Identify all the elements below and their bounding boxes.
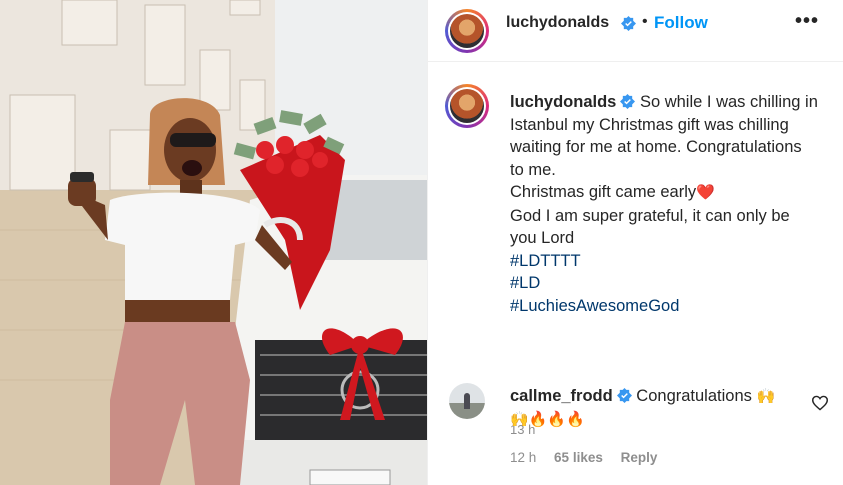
caption-text: luchydonalds So while I was chilling in … bbox=[510, 91, 830, 317]
comment-emojis: 🙌🔥🔥🔥 bbox=[510, 411, 585, 428]
commenter-username[interactable]: callme_frodd bbox=[510, 387, 613, 405]
verified-badge-icon bbox=[616, 388, 632, 403]
caption-avatar[interactable] bbox=[445, 84, 489, 128]
caption-line: So while I was chilling in bbox=[639, 93, 818, 111]
caption-line-christmas: Christmas gift came early❤️ bbox=[510, 181, 830, 205]
caption-line: to me. bbox=[510, 160, 556, 179]
comment-body: Congratulations bbox=[636, 387, 752, 405]
author-avatar[interactable] bbox=[445, 9, 489, 53]
post-header: luchydonalds • Follow ••• bbox=[428, 0, 843, 62]
comment-text: callme_frodd Congratulations 🙌 🙌🔥🔥🔥 bbox=[510, 385, 800, 431]
verified-badge-icon bbox=[620, 94, 636, 109]
hashtag-link[interactable]: #LuchiesAwesomeGod bbox=[510, 295, 830, 318]
post-photo[interactable] bbox=[0, 0, 427, 485]
verified-badge-icon bbox=[621, 16, 636, 31]
caption-line: waiting for me at home. Congratulations bbox=[510, 138, 802, 156]
more-options-icon[interactable]: ••• bbox=[795, 10, 819, 33]
commenter-avatar[interactable] bbox=[449, 383, 485, 419]
post-sidebar: luchydonalds • Follow ••• luchydonalds S… bbox=[427, 0, 843, 485]
instagram-post-view: luchydonalds • Follow ••• luchydonalds S… bbox=[0, 0, 843, 485]
caption-line: God I am super grateful, it can only be bbox=[510, 206, 790, 225]
comment-meta: 12 h 65 likes Reply bbox=[510, 450, 671, 465]
reply-button[interactable]: Reply bbox=[621, 450, 658, 465]
caption-line-text: Christmas gift came early bbox=[510, 183, 697, 201]
heart-icon[interactable] bbox=[811, 395, 829, 411]
follow-button[interactable]: Follow bbox=[654, 13, 708, 33]
comment-likes[interactable]: 65 likes bbox=[554, 450, 603, 465]
caption-line: Istanbul my Christmas gift was chilling bbox=[510, 115, 789, 134]
hashtag-link[interactable]: #LD bbox=[510, 272, 830, 295]
caption-username[interactable]: luchydonalds bbox=[510, 93, 616, 111]
red-heart-emoji: ❤️ bbox=[696, 184, 715, 201]
hashtag-link[interactable]: #LDTTTT bbox=[510, 250, 830, 273]
caption-line: you Lord bbox=[510, 229, 575, 247]
header-separator: • bbox=[642, 13, 648, 30]
raised-hands-emoji: 🙌 bbox=[756, 388, 776, 405]
author-username[interactable]: luchydonalds bbox=[506, 14, 609, 32]
comment-item: callme_frodd Congratulations 🙌 🙌🔥🔥🔥 12 h… bbox=[428, 383, 843, 473]
photo-illustration bbox=[0, 0, 427, 485]
comment-timestamp[interactable]: 12 h bbox=[510, 450, 536, 465]
